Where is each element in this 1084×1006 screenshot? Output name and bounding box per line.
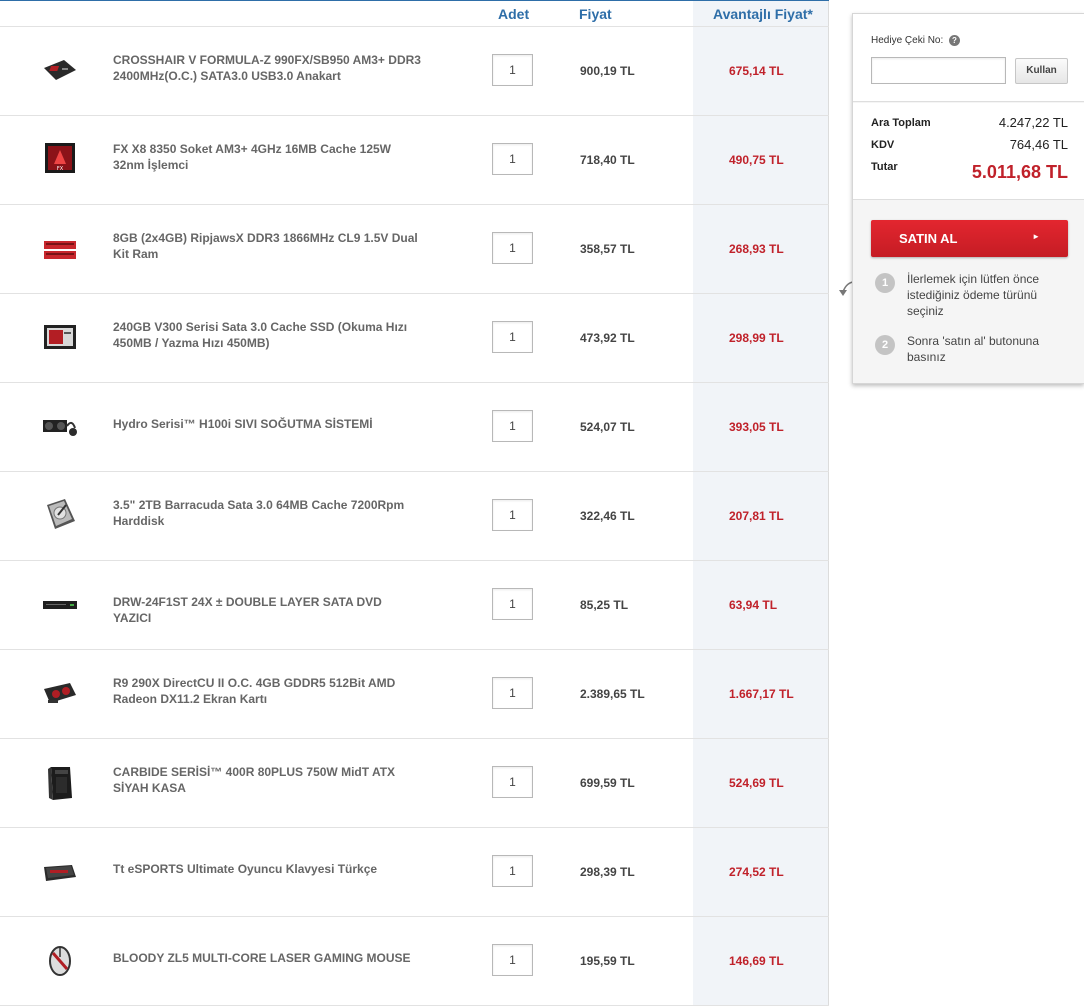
product-name[interactable]: 8GB (2x4GB) RipjawsX DDR3 1866MHz CL9 1.… bbox=[113, 230, 423, 262]
advantage-price: 675,14 TL bbox=[729, 64, 784, 78]
product-price: 2.389,65 TL bbox=[580, 687, 645, 701]
product-price: 358,57 TL bbox=[580, 242, 635, 256]
product-price: 322,46 TL bbox=[580, 509, 635, 523]
product-name[interactable]: CROSSHAIR V FORMULA-Z 990FX/SB950 AM3+ D… bbox=[113, 52, 423, 84]
product-price: 473,92 TL bbox=[580, 331, 635, 345]
quantity-input[interactable] bbox=[492, 677, 533, 709]
cart-row: FX FX X8 8350 Soket AM3+ 4GHz 16MB Cache… bbox=[0, 116, 829, 205]
quantity-input[interactable] bbox=[492, 944, 533, 976]
quantity-input[interactable] bbox=[492, 588, 533, 620]
advantage-price: 524,69 TL bbox=[729, 776, 784, 790]
product-name[interactable]: R9 290X DirectCU II O.C. 4GB GDDR5 512Bi… bbox=[113, 675, 423, 707]
advantage-price: 63,94 TL bbox=[729, 598, 778, 612]
quantity-input[interactable] bbox=[492, 855, 533, 887]
product-name[interactable]: FX X8 8350 Soket AM3+ 4GHz 16MB Cache 12… bbox=[113, 141, 423, 173]
product-name[interactable]: CARBIDE SERİSİ™ 400R 80PLUS 750W MidT AT… bbox=[113, 764, 423, 796]
advantage-price: 274,52 TL bbox=[729, 865, 784, 879]
order-summary-panel: Hediye Çeki No: ? Kullan Ara Toplam 4.24… bbox=[852, 13, 1084, 384]
subtotal-value: 4.247,22 TL bbox=[998, 115, 1068, 130]
ssd-icon[interactable] bbox=[40, 317, 80, 357]
cpu-icon[interactable]: FX bbox=[40, 138, 80, 178]
advantage-price: 298,99 TL bbox=[729, 331, 784, 345]
vat-value: 764,46 TL bbox=[1009, 137, 1068, 152]
dvd-drive-icon[interactable] bbox=[40, 585, 80, 625]
cart-row: CROSSHAIR V FORMULA-Z 990FX/SB950 AM3+ D… bbox=[0, 27, 829, 116]
cooler-icon[interactable] bbox=[40, 407, 80, 447]
product-price: 718,40 TL bbox=[580, 153, 635, 167]
header-quantity: Adet bbox=[498, 6, 530, 22]
quantity-input[interactable] bbox=[492, 766, 533, 798]
header-price: Fiyat bbox=[579, 6, 612, 22]
product-name[interactable]: Tt eSPORTS Ultimate Oyuncu Klavyesi Türk… bbox=[113, 861, 423, 877]
cart-row: DRW-24F1ST 24X ± DOUBLE LAYER SATA DVD Y… bbox=[0, 561, 829, 650]
gpu-icon[interactable] bbox=[40, 674, 80, 714]
product-price: 195,59 TL bbox=[580, 954, 635, 968]
advantage-price: 1.667,17 TL bbox=[729, 687, 794, 701]
subtotal-label: Ara Toplam bbox=[871, 117, 931, 129]
advantage-price: 268,93 TL bbox=[729, 242, 784, 256]
hdd-icon[interactable] bbox=[40, 494, 80, 534]
step-text: İlerlemek için lütfen önce istediğiniz ö… bbox=[907, 272, 1040, 318]
gift-voucher-section: Hediye Çeki No: ? Kullan bbox=[853, 14, 1084, 102]
quantity-input[interactable] bbox=[492, 499, 533, 531]
cart-row: 8GB (2x4GB) RipjawsX DDR3 1866MHz CL9 1.… bbox=[0, 205, 829, 294]
product-name[interactable]: Hydro Serisi™ H100i SIVI SOĞUTMA SİSTEMİ bbox=[113, 416, 423, 432]
step-number: 1 bbox=[875, 273, 895, 293]
quantity-input[interactable] bbox=[492, 232, 533, 264]
quantity-input[interactable] bbox=[492, 321, 533, 353]
cart-table: Adet Fiyat Avantajlı Fiyat* CROSSHAIR V … bbox=[0, 0, 829, 1006]
product-price: 699,59 TL bbox=[580, 776, 635, 790]
totals-section: Ara Toplam 4.247,22 TL KDV 764,46 TL Tut… bbox=[853, 103, 1084, 200]
product-name[interactable]: 240GB V300 Serisi Sata 3.0 Cache SSD (Ok… bbox=[113, 319, 423, 351]
cart-row: BLOODY ZL5 MULTI-CORE LASER GAMING MOUSE… bbox=[0, 917, 829, 1006]
quantity-input[interactable] bbox=[492, 410, 533, 442]
step-number: 2 bbox=[875, 335, 895, 355]
mouse-icon[interactable] bbox=[40, 940, 80, 980]
cart-row: Hydro Serisi™ H100i SIVI SOĞUTMA SİSTEMİ… bbox=[0, 383, 829, 472]
product-name[interactable]: 3.5" 2TB Barracuda Sata 3.0 64MB Cache 7… bbox=[113, 497, 423, 529]
cart-row: CARBIDE SERİSİ™ 400R 80PLUS 750W MidT AT… bbox=[0, 739, 829, 828]
total-label: Tutar bbox=[871, 161, 898, 173]
cart-row: Tt eSPORTS Ultimate Oyuncu Klavyesi Türk… bbox=[0, 828, 829, 917]
advantage-price: 490,75 TL bbox=[729, 153, 784, 167]
advantage-price: 207,81 TL bbox=[729, 509, 784, 523]
svg-text:FX: FX bbox=[57, 166, 64, 172]
apply-voucher-button[interactable]: Kullan bbox=[1015, 58, 1068, 84]
buy-button-label: SATIN AL bbox=[899, 231, 958, 246]
product-price: 85,25 TL bbox=[580, 598, 629, 612]
pc-case-icon[interactable] bbox=[40, 763, 80, 803]
gift-voucher-label: Hediye Çeki No: bbox=[871, 35, 944, 46]
cart-row: R9 290X DirectCU II O.C. 4GB GDDR5 512Bi… bbox=[0, 650, 829, 739]
product-name[interactable]: BLOODY ZL5 MULTI-CORE LASER GAMING MOUSE bbox=[113, 950, 423, 966]
product-price: 524,07 TL bbox=[580, 420, 635, 434]
buy-button[interactable]: SATIN AL ► bbox=[871, 220, 1068, 257]
header-advantage-price: Avantajlı Fiyat* bbox=[713, 6, 813, 22]
motherboard-icon[interactable] bbox=[40, 50, 80, 90]
advantage-price: 146,69 TL bbox=[729, 954, 784, 968]
quantity-input[interactable] bbox=[492, 54, 533, 86]
play-arrow-icon: ► bbox=[1032, 232, 1040, 241]
keyboard-icon[interactable] bbox=[40, 852, 80, 892]
quantity-input[interactable] bbox=[492, 143, 533, 175]
help-icon[interactable]: ? bbox=[949, 35, 960, 46]
ram-icon[interactable] bbox=[40, 230, 80, 270]
product-price: 900,19 TL bbox=[580, 64, 635, 78]
step-text: Sonra 'satın al' butonuna basınız bbox=[907, 334, 1040, 364]
gift-voucher-input[interactable] bbox=[871, 57, 1006, 84]
cart-table-header: Adet Fiyat Avantajlı Fiyat* bbox=[0, 1, 829, 27]
product-price: 298,39 TL bbox=[580, 865, 635, 879]
vat-label: KDV bbox=[871, 139, 895, 151]
total-value: 5.011,68 TL bbox=[971, 162, 1068, 182]
cart-row: 240GB V300 Serisi Sata 3.0 Cache SSD (Ok… bbox=[0, 294, 829, 383]
cart-row: 3.5" 2TB Barracuda Sata 3.0 64MB Cache 7… bbox=[0, 472, 829, 561]
advantage-price: 393,05 TL bbox=[729, 420, 784, 434]
product-name[interactable]: DRW-24F1ST 24X ± DOUBLE LAYER SATA DVD Y… bbox=[113, 594, 423, 626]
